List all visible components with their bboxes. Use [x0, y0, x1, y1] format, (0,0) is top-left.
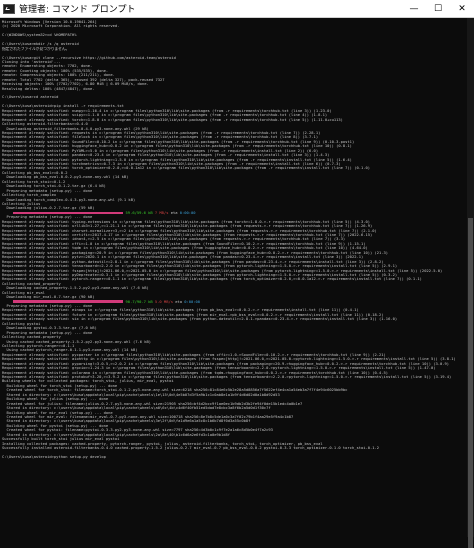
progress-eta-label: eta — [168, 210, 180, 215]
progress-speed: 5.0 MB/s — [154, 299, 173, 304]
progress-size: 90.7/90.7 kB — [123, 299, 155, 304]
minimize-button[interactable]: — — [402, 0, 426, 17]
progress-bar — [13, 211, 124, 214]
console-app-icon — [3, 3, 15, 14]
window-title: 管理者: コマンド プロンプト — [19, 5, 136, 15]
console-line: Requirement already satisfied: grpcio>=1… — [2, 366, 436, 371]
progress-eta: 0:00:00 — [179, 210, 196, 215]
console-output[interactable]: Microsoft Windows [Version 10.0.19041.26… — [2, 20, 466, 537]
progress-speed: ? MB/s — [154, 210, 169, 215]
progress-indent — [2, 300, 13, 304]
console-line: Requirement already satisfied: pytorch-r… — [2, 277, 422, 282]
scrollbar-thumb[interactable] — [468, 218, 473, 548]
progress-indent — [2, 211, 13, 215]
vertical-scrollbar[interactable] — [467, 18, 474, 548]
close-button[interactable]: ✕ — [450, 0, 474, 17]
progress-bar — [13, 300, 124, 303]
progress-size: 59.6/59.6 kB — [123, 210, 155, 215]
window-controls: — ☐ ✕ — [402, 0, 474, 17]
console-line: C:\Users\kusa\asteroid>python setup.py d… — [2, 454, 106, 459]
command-prompt-window: 管理者: コマンド プロンプト — ☐ ✕ Microsoft Windows … — [0, 0, 474, 548]
title-bar[interactable]: 管理者: コマンド プロンプト — ☐ ✕ — [0, 0, 474, 18]
console-line: Requirement already satisfied: tensorboa… — [2, 264, 398, 269]
console-line: Requirement already satisfied: six in c:… — [2, 317, 398, 322]
progress-eta: 0:00:00 — [184, 299, 201, 304]
progress-eta-label: eta — [172, 299, 185, 304]
maximize-button[interactable]: ☐ — [426, 0, 450, 17]
